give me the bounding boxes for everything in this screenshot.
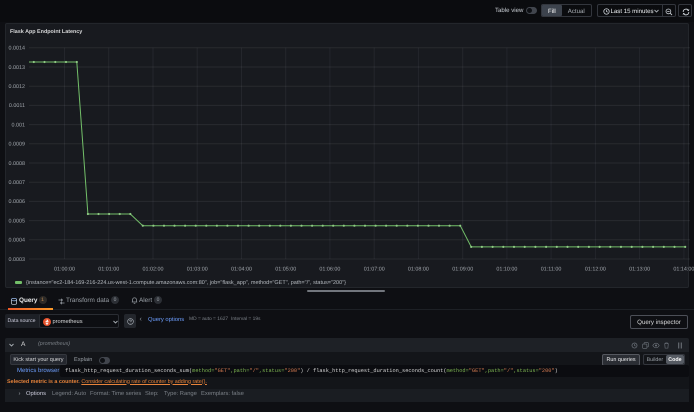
svg-text:0.0013: 0.0013 [9,65,26,71]
svg-text:0.0008: 0.0008 [9,161,26,167]
svg-text:01:01:00: 01:01:00 [98,267,119,273]
svg-text:01:06:00: 01:06:00 [319,267,340,273]
svg-text:01:00:00: 01:00:00 [54,267,75,273]
svg-text:01:03:00: 01:03:00 [187,267,208,273]
svg-text:01:05:00: 01:05:00 [275,267,296,273]
svg-text:0.001: 0.001 [12,122,26,128]
svg-text:01:09:00: 01:09:00 [452,267,473,273]
svg-text:01:13:00: 01:13:00 [629,267,650,273]
svg-text:01:11:00: 01:11:00 [541,267,562,273]
svg-text:01:12:00: 01:12:00 [585,267,606,273]
svg-text:0.0012: 0.0012 [9,84,26,90]
svg-text:01:04:00: 01:04:00 [231,267,252,273]
svg-text:0.0003: 0.0003 [9,257,26,263]
svg-text:0.0014: 0.0014 [9,46,26,52]
svg-text:0.0011: 0.0011 [9,103,25,109]
svg-text:01:10:00: 01:10:00 [496,267,517,273]
svg-text:01:07:00: 01:07:00 [364,267,385,273]
svg-text:01:02:00: 01:02:00 [143,267,164,273]
svg-text:0.0007: 0.0007 [9,180,26,186]
svg-text:0.0009: 0.0009 [9,142,26,148]
svg-text:0.0006: 0.0006 [9,199,26,205]
svg-text:0.0005: 0.0005 [9,218,26,224]
svg-text:0.0004: 0.0004 [9,238,26,244]
svg-text:01:08:00: 01:08:00 [408,267,429,273]
svg-text:01:14:00: 01:14:00 [673,267,694,273]
